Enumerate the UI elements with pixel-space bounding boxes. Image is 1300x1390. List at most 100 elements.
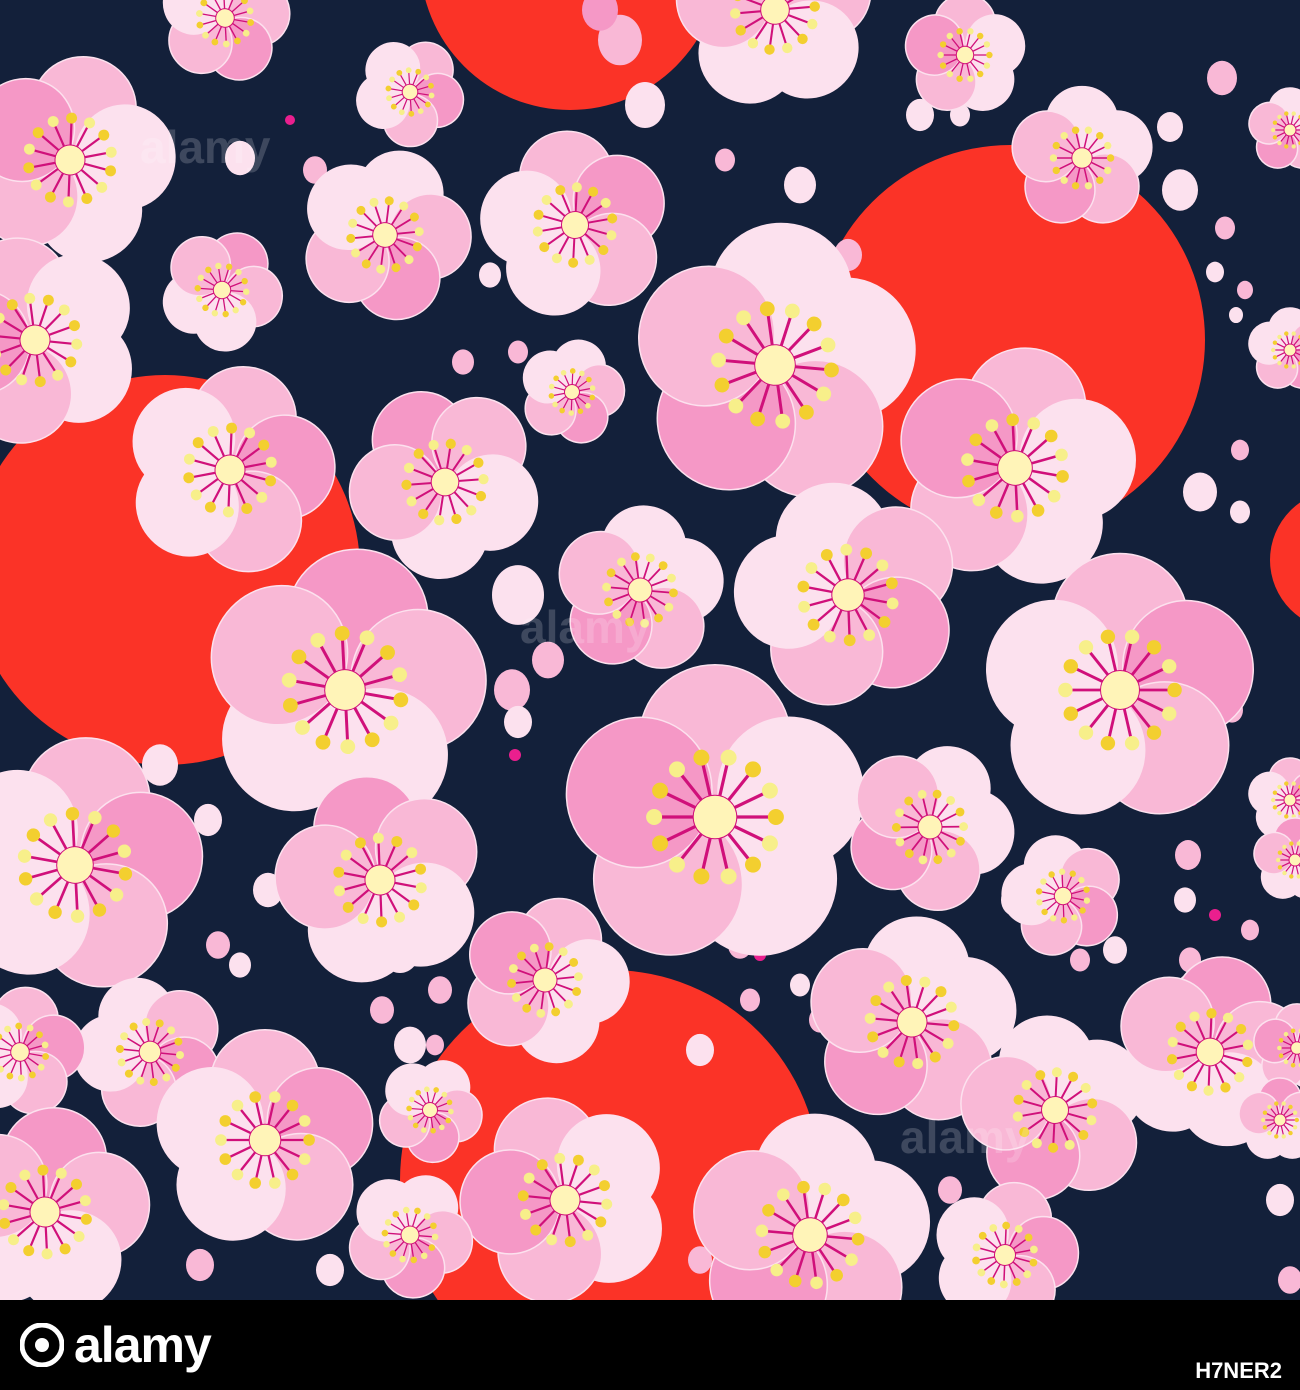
blossom-anther bbox=[1289, 874, 1294, 879]
blossom-anther bbox=[1288, 1130, 1293, 1136]
blossom-anther bbox=[983, 62, 991, 69]
blossom-anther bbox=[1277, 334, 1282, 340]
blossom-anther bbox=[1276, 857, 1281, 863]
brand-name: alamy bbox=[74, 1317, 212, 1373]
blossom-anther bbox=[646, 809, 663, 825]
petal-dot bbox=[1103, 936, 1127, 964]
petal-dot bbox=[1231, 439, 1249, 461]
magenta-dot bbox=[509, 749, 521, 761]
blossom-anther bbox=[1292, 1125, 1298, 1130]
blossom-anther bbox=[1272, 790, 1278, 795]
blossom-anther bbox=[1291, 781, 1296, 786]
blossom-anther bbox=[767, 809, 784, 825]
petal-dot bbox=[1241, 919, 1259, 941]
blossom-anther bbox=[967, 28, 974, 35]
blossom-anther bbox=[215, 1134, 227, 1146]
blossom-center bbox=[1290, 1041, 1300, 1055]
blossom-anther bbox=[219, 1153, 232, 1165]
blossom-anther bbox=[1284, 364, 1289, 369]
blossom-anther bbox=[1262, 1125, 1268, 1130]
blossom-anther bbox=[1096, 176, 1104, 184]
blossom-anther bbox=[1078, 640, 1094, 655]
blossom-anther bbox=[298, 1153, 311, 1165]
blossom-anther bbox=[1060, 132, 1068, 140]
petal-dot bbox=[1206, 261, 1224, 283]
petal-dot bbox=[790, 973, 810, 997]
blossom-anther bbox=[669, 856, 685, 873]
blossom-anther bbox=[983, 41, 991, 48]
blossom-anther bbox=[1291, 111, 1296, 116]
blossom-anther bbox=[946, 70, 953, 78]
blossom-anther bbox=[939, 62, 947, 69]
blossom-anther bbox=[986, 51, 993, 59]
blossom-anther bbox=[1291, 364, 1296, 369]
blossom-anther bbox=[1272, 135, 1278, 140]
blossom-center bbox=[1283, 343, 1297, 357]
blossom-anther bbox=[286, 1168, 299, 1181]
blossom-anther bbox=[1277, 810, 1282, 816]
blossom-anther bbox=[1292, 1110, 1298, 1115]
blossom-anther bbox=[1281, 1101, 1286, 1106]
blossom-anther bbox=[1283, 1059, 1289, 1065]
blossom-anther bbox=[956, 75, 963, 82]
blossom-center bbox=[692, 794, 738, 840]
blossom-anther bbox=[1063, 659, 1078, 674]
blossom-anther bbox=[1271, 127, 1276, 133]
blossom-anther bbox=[1058, 682, 1073, 698]
blossom-anther bbox=[1162, 659, 1177, 674]
blossom-anther bbox=[1096, 132, 1104, 140]
petal-dot bbox=[1237, 280, 1253, 300]
blossom-anther bbox=[1052, 141, 1060, 150]
blossom-anther bbox=[1060, 176, 1068, 184]
blossom-anther bbox=[761, 782, 778, 799]
blossom-anther bbox=[1146, 725, 1162, 740]
blossom-anther bbox=[1281, 1134, 1286, 1139]
blossom-anther bbox=[977, 70, 984, 78]
blossom-anther bbox=[1267, 1104, 1272, 1110]
blossom-anther bbox=[1278, 1053, 1284, 1058]
blossom-anther bbox=[1267, 1130, 1272, 1136]
blossom-anther bbox=[1272, 120, 1278, 125]
blossom-anther bbox=[967, 75, 974, 82]
blossom-anther bbox=[249, 1091, 261, 1103]
blossom-anther bbox=[761, 835, 778, 852]
petal-dot bbox=[186, 1248, 214, 1282]
blossom-anther bbox=[1283, 1031, 1289, 1037]
blossom-anther bbox=[231, 1099, 244, 1112]
blossom-anther bbox=[1104, 141, 1112, 150]
brand-logo: alamy bbox=[20, 1310, 212, 1380]
petal-dot bbox=[316, 1253, 344, 1287]
blossom-anther bbox=[1289, 841, 1294, 846]
petal-dot bbox=[225, 140, 255, 176]
blossom-anther bbox=[652, 782, 669, 799]
blossom-center bbox=[1273, 1113, 1287, 1127]
blossom-anther bbox=[745, 856, 761, 873]
blossom-anther bbox=[1078, 725, 1094, 740]
petal-dot bbox=[229, 952, 251, 978]
blossom-anther bbox=[1104, 166, 1112, 175]
petal-dot bbox=[428, 976, 452, 1004]
blossom-anther bbox=[1282, 870, 1287, 876]
blossom-anther bbox=[1084, 126, 1093, 134]
blossom-anther bbox=[693, 749, 710, 766]
blossom-anther bbox=[1274, 1134, 1279, 1139]
blossom-anther bbox=[1294, 1117, 1299, 1123]
blossom-anther bbox=[693, 868, 710, 885]
blossom-anther bbox=[303, 1134, 315, 1146]
blossom-anther bbox=[1284, 144, 1289, 149]
blossom-anther bbox=[1049, 154, 1058, 162]
magenta-dot bbox=[1209, 909, 1221, 921]
blossom-anther bbox=[269, 1177, 281, 1189]
blossom-anther bbox=[1052, 166, 1060, 175]
blossom-anther bbox=[1272, 340, 1278, 345]
blossom-anther bbox=[1291, 144, 1296, 149]
blossom-anther bbox=[937, 51, 944, 59]
blossom-center bbox=[1283, 793, 1297, 807]
stock-footer: alamy H7NER2 bbox=[0, 1300, 1300, 1390]
petal-dot bbox=[1266, 1183, 1294, 1217]
blossom-anther bbox=[1284, 111, 1289, 116]
petal-dot bbox=[1175, 840, 1201, 870]
petal-dot bbox=[370, 996, 394, 1024]
blossom-anther bbox=[1284, 781, 1289, 786]
blossom-anther bbox=[298, 1115, 311, 1127]
